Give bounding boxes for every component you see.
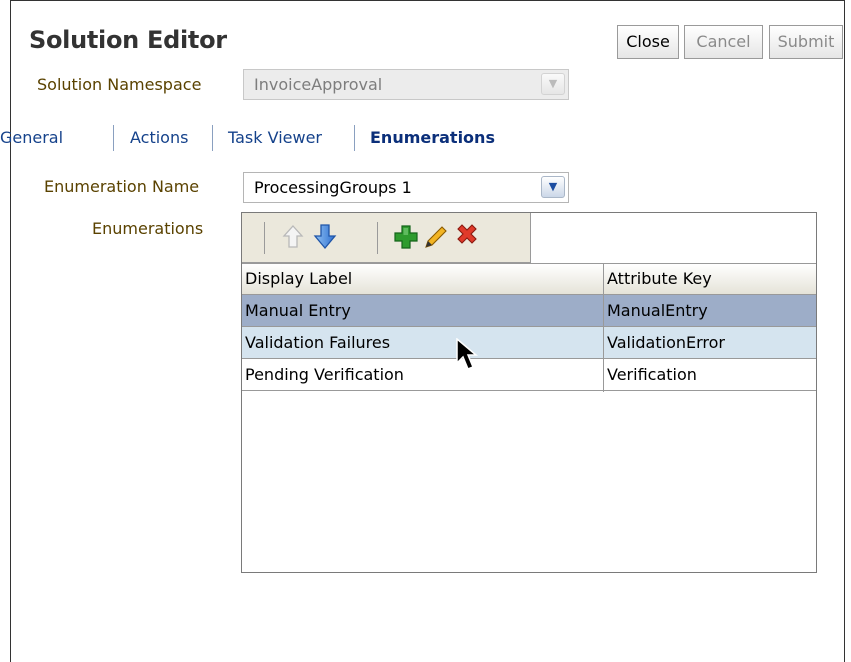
add-icon[interactable]	[391, 220, 421, 254]
namespace-label: Solution Namespace	[37, 75, 202, 94]
toolbar-divider	[377, 222, 378, 254]
cell-display-label: Pending Verification	[245, 365, 404, 384]
column-divider	[603, 263, 604, 392]
toolbar-divider	[530, 222, 531, 254]
edit-icon[interactable]	[420, 220, 450, 254]
table-row[interactable]: Pending Verification Verification	[242, 359, 816, 391]
page-title: Solution Editor	[29, 26, 227, 54]
cell-display-label: Validation Failures	[245, 333, 391, 352]
column-header-display-label[interactable]: Display Label	[242, 264, 603, 294]
enumeration-name-select[interactable]: ProcessingGroups 1 ▼	[243, 172, 569, 203]
cell-display-label: Manual Entry	[245, 301, 351, 320]
table-row[interactable]: Validation Failures ValidationError	[242, 327, 816, 359]
tab-enumerations[interactable]: Enumerations	[370, 128, 495, 147]
namespace-select[interactable]: InvoiceApproval ▼	[243, 69, 569, 100]
enumerations-table: Display Label Attribute Key Manual Entry…	[241, 212, 817, 573]
enumeration-name-value: ProcessingGroups 1	[254, 178, 412, 197]
chevron-down-icon[interactable]: ▼	[541, 73, 565, 95]
chevron-down-icon[interactable]: ▼	[541, 176, 565, 198]
move-down-icon[interactable]	[310, 220, 340, 254]
move-up-icon[interactable]	[278, 220, 308, 254]
cell-attribute-key: ManualEntry	[607, 301, 708, 320]
table-toolbar	[242, 213, 531, 263]
tab-general[interactable]: General	[0, 128, 63, 147]
table-row[interactable]: Manual Entry ManualEntry	[242, 295, 816, 327]
close-button[interactable]: Close	[617, 25, 679, 59]
column-header-attribute-key[interactable]: Attribute Key	[604, 264, 816, 294]
tab-actions[interactable]: Actions	[130, 128, 188, 147]
tab-divider	[113, 125, 114, 151]
mouse-pointer-icon	[456, 337, 480, 378]
enumerations-label: Enumerations	[92, 219, 204, 238]
namespace-value: InvoiceApproval	[254, 75, 383, 94]
tab-task-viewer[interactable]: Task Viewer	[228, 128, 322, 147]
cell-attribute-key: Verification	[607, 365, 697, 384]
enumeration-name-label: Enumeration Name	[44, 177, 200, 196]
submit-button[interactable]: Submit	[769, 25, 843, 59]
table-header: Display Label Attribute Key	[242, 263, 816, 295]
toolbar-divider	[264, 222, 265, 254]
tab-divider	[354, 125, 355, 151]
cancel-button[interactable]: Cancel	[684, 25, 763, 59]
cell-attribute-key: ValidationError	[607, 333, 726, 352]
delete-icon[interactable]	[452, 220, 482, 254]
tab-divider	[212, 125, 213, 151]
